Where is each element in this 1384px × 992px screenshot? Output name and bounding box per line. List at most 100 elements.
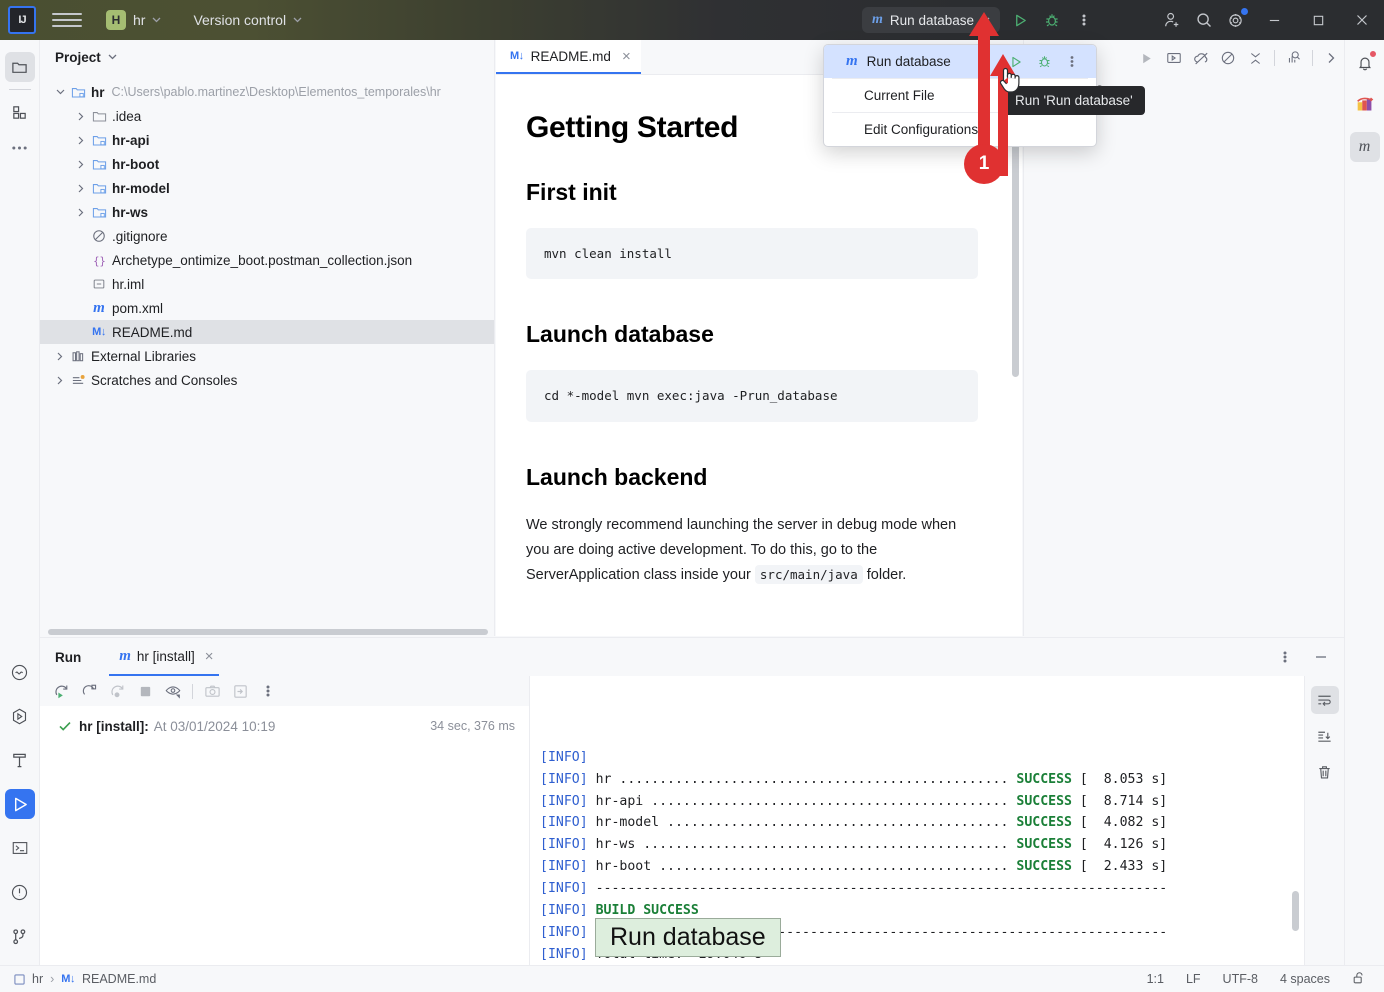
tab-readme-md[interactable]: M↓ README.md ×	[496, 40, 641, 74]
sidebar-item-structure[interactable]	[5, 97, 35, 127]
main-menu-button[interactable]	[52, 5, 82, 35]
module-folder-icon	[89, 181, 109, 196]
notifications-bell-icon[interactable]	[1350, 48, 1380, 78]
project-widget[interactable]: H hr	[100, 7, 167, 33]
chevron-right-icon[interactable]	[73, 208, 89, 217]
search-icon[interactable]	[1188, 4, 1220, 36]
version-control-widget[interactable]: Version control	[193, 12, 302, 28]
screenshot-icon[interactable]	[199, 678, 225, 704]
tree-item-label: README.md	[112, 324, 193, 340]
menu-debug-icon[interactable]	[1030, 49, 1058, 75]
tree-item-external-libraries[interactable]: External Libraries	[40, 344, 494, 368]
database-tool-icon[interactable]	[1350, 90, 1380, 120]
close-window-button[interactable]	[1340, 0, 1384, 40]
section-heading-first-init: First init	[526, 179, 617, 205]
tab-label: README.md	[530, 48, 611, 64]
tree-item-gitignore[interactable]: .gitignore	[40, 224, 494, 248]
breadcrumb-project[interactable]: hr	[32, 972, 43, 986]
chevron-right-icon[interactable]	[73, 160, 89, 169]
debug-button[interactable]	[1036, 4, 1068, 36]
sidebar-item-more[interactable]	[5, 133, 35, 163]
sidebar-item-problems[interactable]	[5, 877, 35, 907]
tree-item-hr-iml[interactable]: hr.iml	[40, 272, 494, 296]
analyze-dependencies-icon[interactable]	[1281, 44, 1306, 72]
soft-wrap-icon[interactable]	[1310, 686, 1339, 714]
export-icon[interactable]	[227, 678, 253, 704]
scroll-to-end-icon[interactable]	[1311, 722, 1339, 750]
library-icon	[68, 349, 88, 364]
sidebar-item-terminal[interactable]	[5, 833, 35, 863]
project-panel-header[interactable]: Project	[40, 40, 494, 74]
tree-item-label: .gitignore	[112, 228, 168, 244]
sidebar-item-run-configurations[interactable]	[5, 701, 35, 731]
chevron-down-icon[interactable]	[52, 89, 68, 95]
intellij-logo-icon: IJ	[8, 6, 36, 34]
chevron-right-icon[interactable]	[73, 136, 89, 145]
tree-item-hr-model[interactable]: hr-model	[40, 176, 494, 200]
execute-maven-goal-icon[interactable]	[1161, 44, 1186, 72]
close-icon[interactable]: ×	[622, 48, 631, 65]
hide-run-window-icon[interactable]	[1308, 644, 1334, 670]
stop-icon[interactable]	[132, 678, 158, 704]
maven-run-icon[interactable]	[1134, 44, 1159, 72]
run-tab-hr-install[interactable]: m hr [install] ×	[109, 638, 220, 676]
run-window-options-icon[interactable]	[1272, 644, 1298, 670]
chevron-right-icon[interactable]	[52, 376, 68, 385]
add-collaborator-icon[interactable]	[1156, 4, 1188, 36]
chevron-right-icon[interactable]	[73, 184, 89, 193]
menu-run-icon[interactable]	[1002, 49, 1030, 75]
tree-item-idea[interactable]: .idea	[40, 104, 494, 128]
menu-item-edit-configurations[interactable]: Edit Configurations...	[824, 113, 1096, 146]
tree-item-pom-xml[interactable]: m pom.xml	[40, 296, 494, 320]
caret-position[interactable]: 1:1	[1136, 972, 1175, 986]
close-icon[interactable]: ×	[205, 648, 214, 665]
console-line: [INFO] hr-model ........................…	[540, 815, 1168, 831]
settings-gear-icon[interactable]	[1220, 4, 1252, 36]
tree-item-archetype-ontimize-boot-postman-collection-json[interactable]: {} Archetype_ontimize_boot.postman_collec…	[40, 248, 494, 272]
indent-setting[interactable]: 4 spaces	[1269, 972, 1341, 986]
chevron-right-icon[interactable]	[52, 352, 68, 361]
tree-item-hr-ws[interactable]: hr-ws	[40, 200, 494, 224]
run-button[interactable]	[1004, 4, 1036, 36]
eye-filter-icon[interactable]	[160, 678, 186, 704]
trash-icon[interactable]	[1311, 758, 1339, 786]
console-scrollbar[interactable]	[1292, 891, 1299, 931]
rerun-icon[interactable]	[48, 678, 74, 704]
sidebar-item-run[interactable]	[4, 789, 35, 819]
run-with-coverage-icon[interactable]	[104, 678, 130, 704]
menu-more-icon[interactable]	[1058, 49, 1086, 75]
tree-item-readme-md[interactable]: M↓ README.md	[40, 320, 494, 344]
toggle-skip-tests-icon[interactable]	[1216, 44, 1241, 72]
maven-tool-window-icon[interactable]: m	[1349, 132, 1380, 162]
tree-item-scratches-and-consoles[interactable]: Scratches and Consoles	[40, 368, 494, 392]
chevron-down-icon	[293, 17, 302, 23]
unlocked-icon[interactable]	[1341, 971, 1384, 988]
collapse-all-icon[interactable]	[1243, 44, 1268, 72]
more-run-options-button[interactable]	[1068, 4, 1100, 36]
tree-item-hr-api[interactable]: hr-api	[40, 128, 494, 152]
sidebar-item-project[interactable]	[4, 52, 35, 82]
tree-item-hr-boot[interactable]: hr-boot	[40, 152, 494, 176]
tree-item-hr[interactable]: hr C:\Users\pablo.martinez\Desktop\Elemen…	[40, 80, 494, 104]
sidebar-item-git[interactable]	[5, 921, 35, 951]
rerun-failed-tests-icon[interactable]	[76, 678, 102, 704]
breadcrumb-file[interactable]: README.md	[82, 972, 156, 986]
line-separator[interactable]: LF	[1175, 972, 1212, 986]
tooltip-text: Run 'Run database'	[1015, 93, 1133, 108]
sidebar-item-build[interactable]	[5, 745, 35, 775]
file-encoding[interactable]: UTF-8	[1212, 972, 1269, 986]
module-folder-icon	[68, 85, 88, 100]
chevron-right-icon[interactable]	[73, 112, 89, 121]
maximize-window-button[interactable]	[1296, 0, 1340, 40]
more-options-icon[interactable]	[255, 678, 281, 704]
run-configuration-selector[interactable]: m Run database	[862, 7, 1000, 33]
minimize-window-button[interactable]	[1252, 0, 1296, 40]
sidebar-item-ai-assistant[interactable]	[5, 657, 35, 687]
menu-item-run-database[interactable]: m Run database	[824, 45, 1096, 78]
project-horizontal-scrollbar[interactable]	[40, 628, 494, 636]
expand-toolbar-icon[interactable]	[1319, 44, 1344, 72]
run-tab-bar: Run m hr [install] ×	[40, 638, 1344, 676]
toggle-offline-icon[interactable]	[1189, 44, 1214, 72]
run-result-row[interactable]: hr [install]: At 03/01/2024 10:19 34 sec…	[40, 714, 529, 738]
tree-item-label: Scratches and Consoles	[91, 372, 238, 388]
